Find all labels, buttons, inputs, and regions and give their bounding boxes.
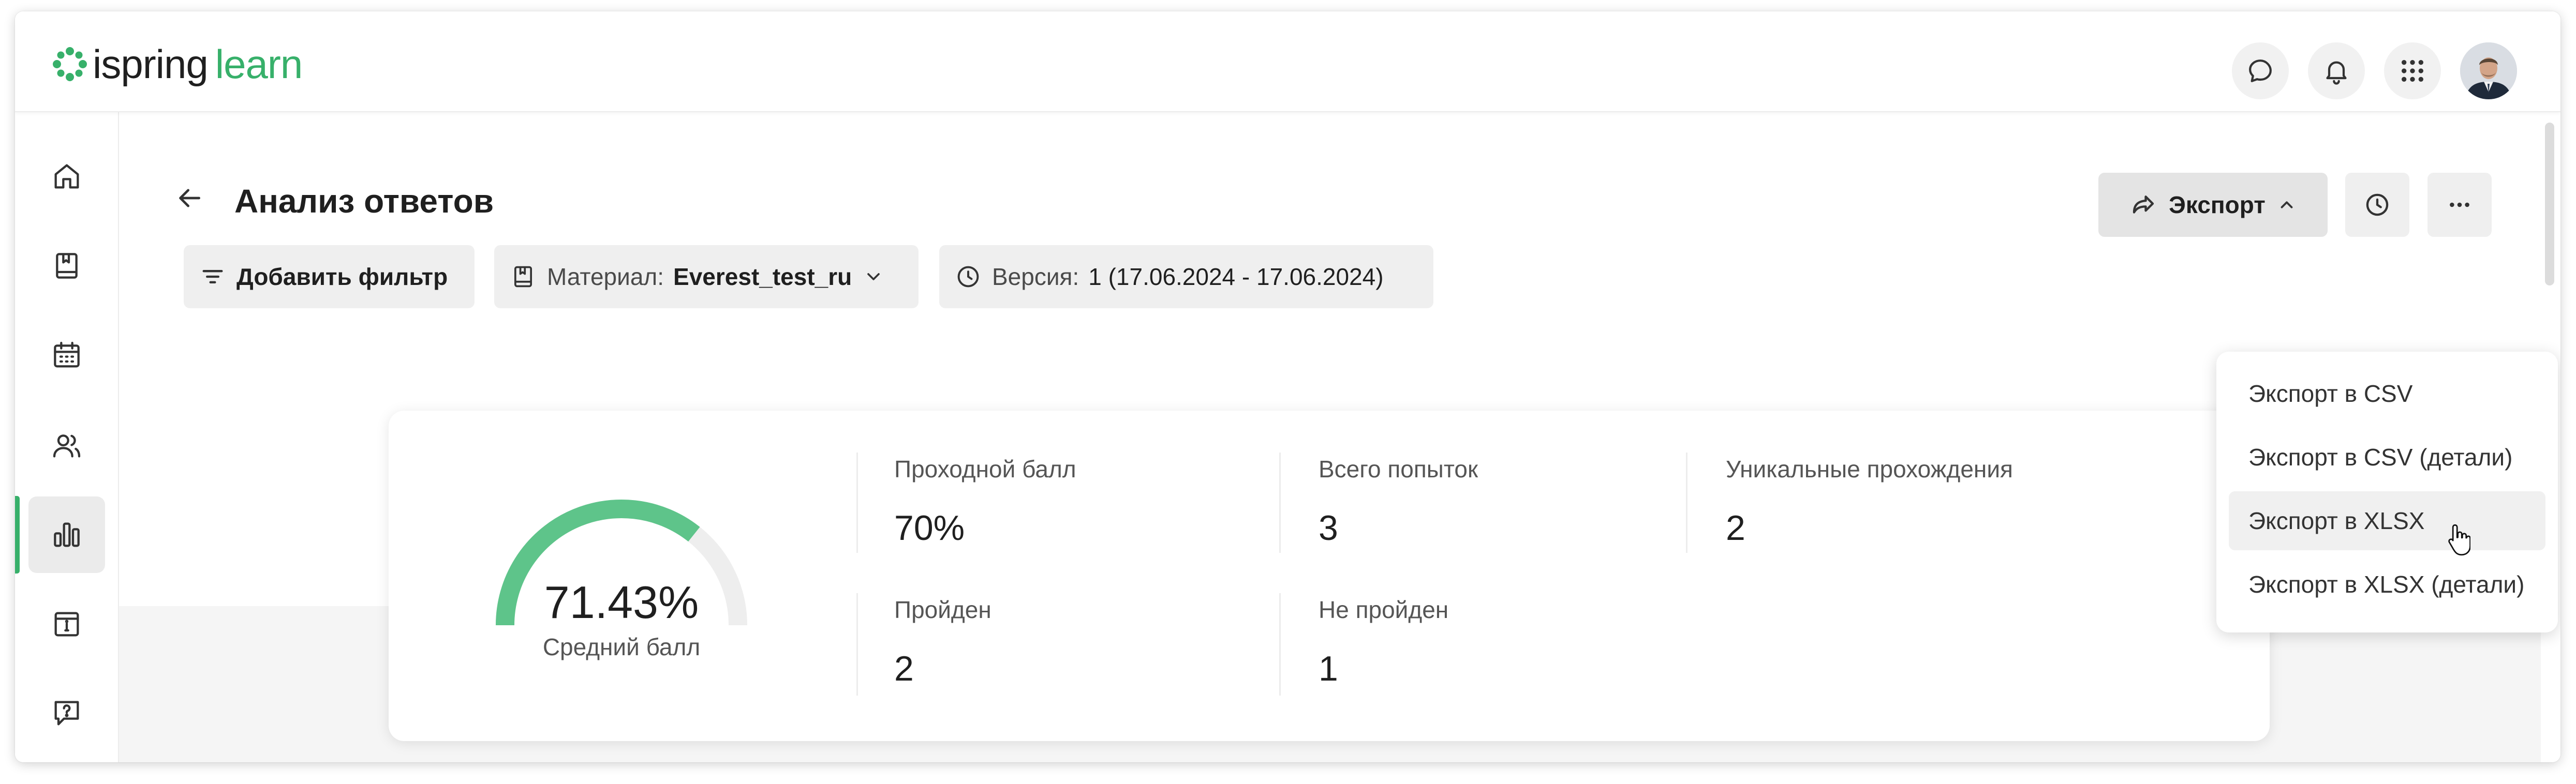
clock-icon [957, 266, 979, 288]
total-attempts-label: Всего попыток [1319, 456, 1478, 483]
version-filter[interactable]: Версия: 1 (17.06.2024 - 17.06.2024) [939, 245, 1433, 308]
version-filter-label: Версия: [992, 263, 1079, 290]
menu-item-export-csv[interactable]: Экспорт в CSV [2229, 364, 2545, 423]
reports-chart-icon [54, 522, 80, 547]
chevron-down-icon [867, 273, 880, 280]
summary-card: 71.43% Средний балл Проходной балл 70% В… [389, 411, 2270, 741]
app-window: ispring learn Анализ ответов Добавить фи… [15, 11, 2560, 762]
export-dropdown-menu: Экспорт в CSV Экспорт в CSV (детали) Экс… [2216, 352, 2558, 632]
sidebar-item-catalog[interactable] [28, 228, 105, 304]
export-button-label: Экспорт [2169, 191, 2266, 218]
sidebar-item-info[interactable] [28, 586, 105, 662]
info-calendar-icon [54, 612, 79, 637]
user-avatar-icon [2460, 42, 2517, 99]
stat-divider [856, 593, 858, 696]
stat-divider [1279, 453, 1281, 553]
average-score-value: 71.43% [544, 577, 699, 628]
catalog-book-icon [56, 253, 78, 279]
chat-icon [2249, 59, 2272, 82]
apps-button[interactable] [2384, 42, 2441, 99]
material-filter-label: Материал: [547, 263, 664, 290]
logo-text-learn: learn [215, 41, 303, 87]
stat-divider [1686, 453, 1687, 553]
sidebar-item-reports[interactable] [28, 496, 105, 573]
ispring-learn-logo[interactable]: ispring learn [51, 41, 303, 87]
chevron-up-icon [2281, 201, 2293, 208]
history-clock-icon [2366, 193, 2389, 216]
menu-item-export-csv-details[interactable]: Экспорт в CSV (детали) [2229, 428, 2545, 487]
filter-lines-icon [202, 270, 223, 283]
sidebar-item-users[interactable] [28, 407, 105, 484]
unique-completions-value: 2 [1726, 508, 1745, 548]
history-button[interactable] [2345, 173, 2409, 237]
stat-divider [856, 453, 858, 553]
page-title: Анализ ответов [234, 183, 494, 220]
bell-icon [2326, 61, 2347, 85]
more-dots-icon [2450, 202, 2469, 207]
main-content: Анализ ответов Добавить фильтр Материал:… [119, 112, 2560, 762]
add-filter-label: Добавить фильтр [236, 263, 448, 290]
passing-score-value: 70% [894, 508, 965, 548]
material-filter-select[interactable]: Материал: Everest_test_ru [494, 245, 919, 308]
logo-text-ispring: ispring [93, 41, 209, 87]
export-button[interactable]: Экспорт [2098, 173, 2328, 237]
logo-text: ispring learn [93, 41, 303, 87]
ispring-logo-icon [53, 47, 87, 81]
user-avatar[interactable] [2460, 42, 2517, 99]
passed-label: Пройден [894, 596, 991, 623]
share-arrow-icon [2133, 195, 2154, 214]
calendar-icon [54, 341, 80, 368]
active-indicator [15, 496, 20, 574]
sidebar-item-calendar[interactable] [28, 317, 105, 394]
menu-item-export-xlsx-details[interactable]: Экспорт в XLSX (детали) [2229, 555, 2545, 614]
stat-divider [1279, 593, 1281, 696]
passing-score-label: Проходной балл [894, 456, 1076, 483]
arrow-left-icon [179, 189, 200, 207]
add-filter-button[interactable]: Добавить фильтр [184, 245, 475, 308]
passed-value: 2 [894, 649, 914, 688]
hand-pointer-cursor-icon [2448, 524, 2470, 556]
material-book-icon [514, 266, 532, 288]
vertical-scrollbar[interactable] [2545, 123, 2554, 285]
left-sidebar [15, 112, 119, 762]
sidebar-item-home[interactable] [28, 138, 105, 215]
menu-item-export-xlsx[interactable]: Экспорт в XLSX [2229, 491, 2545, 550]
sidebar-item-help[interactable] [28, 675, 105, 751]
back-button[interactable] [171, 179, 208, 217]
average-score-label: Средний балл [542, 634, 701, 660]
failed-value: 1 [1319, 649, 1338, 688]
more-options-button[interactable] [2427, 173, 2492, 237]
apps-grid-icon [2402, 60, 2423, 82]
users-icon [53, 434, 81, 458]
unique-completions-label: Уникальные прохождения [1726, 456, 2013, 483]
notifications-button[interactable] [2308, 42, 2365, 99]
total-attempts-value: 3 [1319, 508, 1338, 548]
version-filter-value: 1 (17.06.2024 - 17.06.2024) [1088, 263, 1384, 290]
chat-button[interactable] [2232, 42, 2289, 99]
material-filter-value: Everest_test_ru [673, 263, 852, 290]
failed-label: Не пройден [1319, 596, 1449, 623]
top-header: ispring learn [15, 11, 2560, 112]
help-question-icon [54, 701, 79, 726]
home-icon [54, 164, 79, 189]
